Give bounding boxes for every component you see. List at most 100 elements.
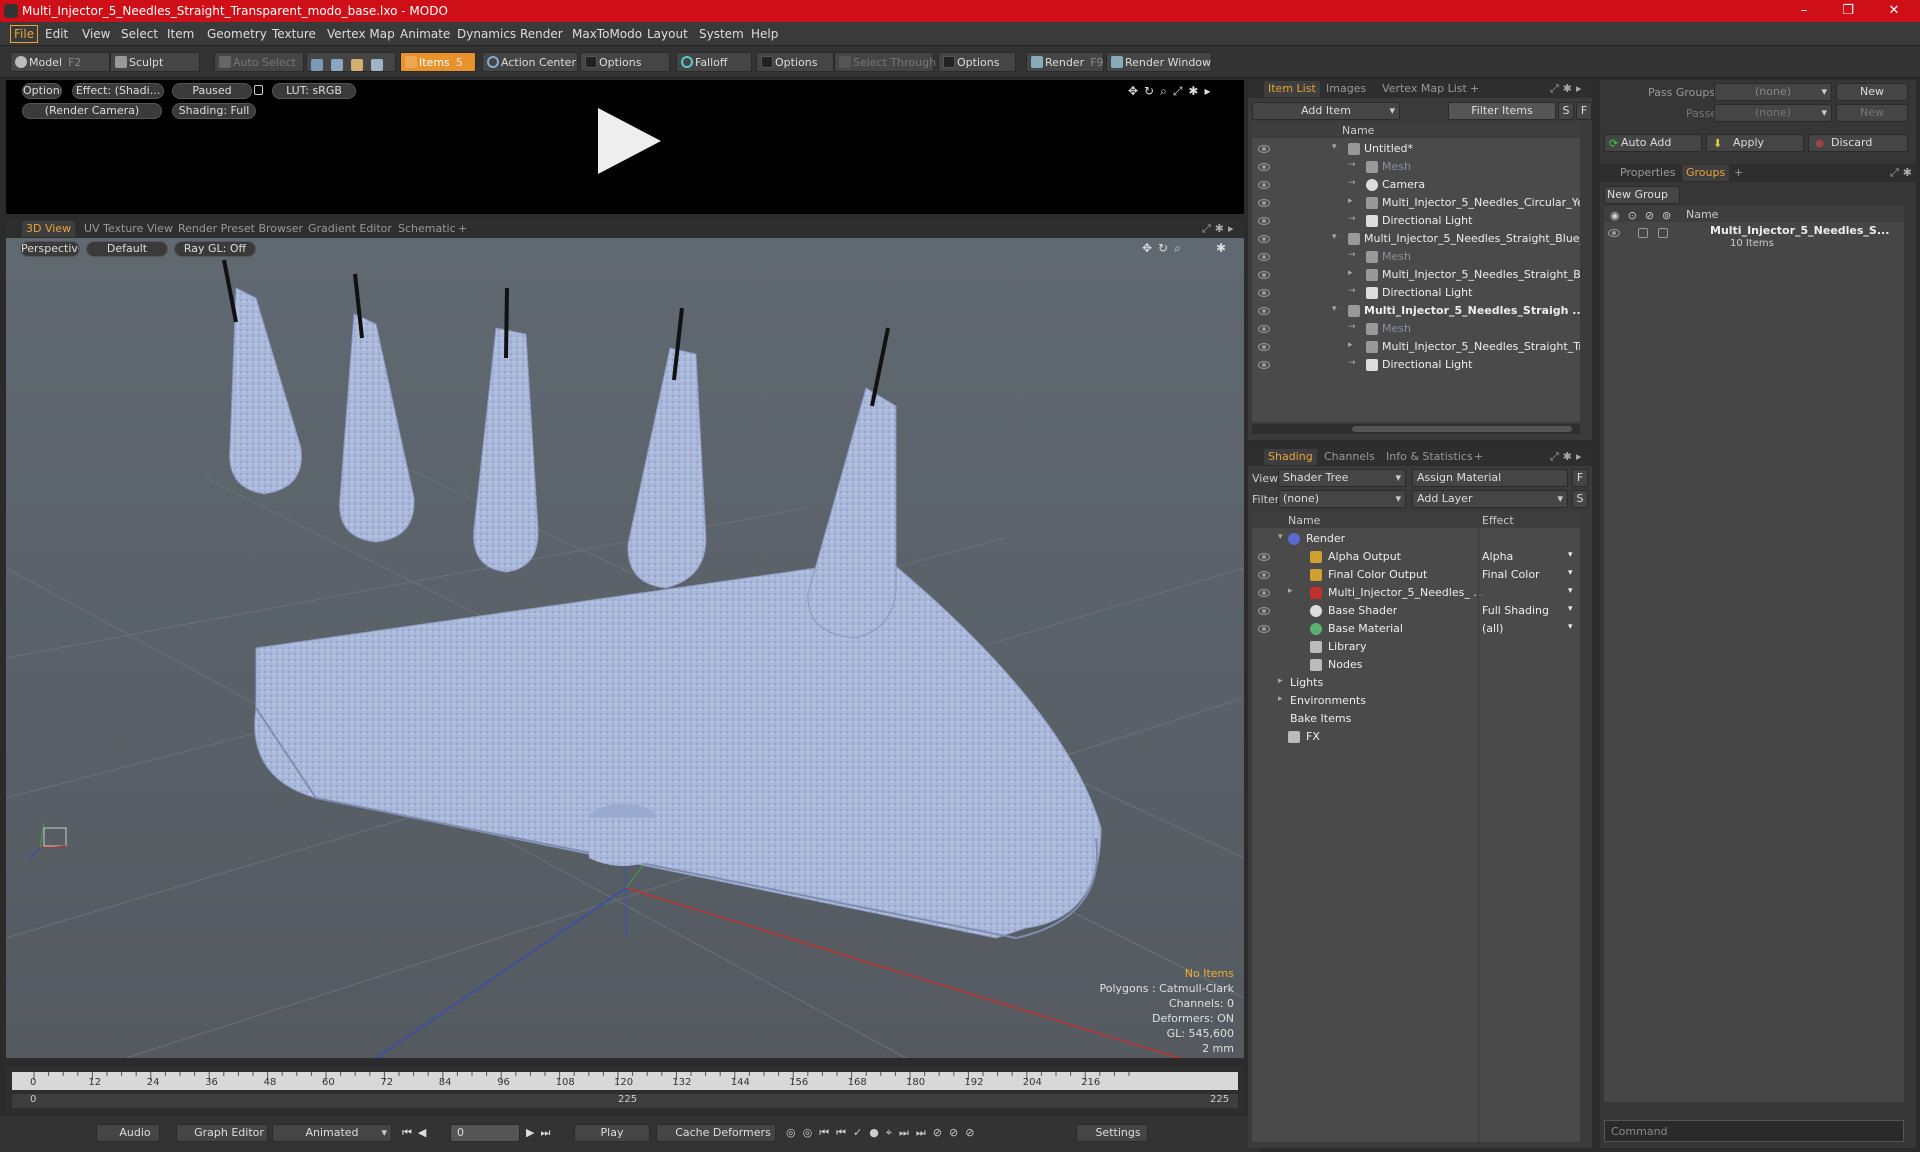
effect-column-header[interactable]: Effect: [1482, 514, 1514, 527]
vertices-mode-icon[interactable]: [311, 59, 323, 71]
preview-effect-dropdown[interactable]: Effect: (Shadi...: [72, 83, 164, 99]
panel-corner-icons[interactable]: ⤢✱▸: [1550, 450, 1586, 464]
expand-arrow-icon[interactable]: →: [1348, 358, 1356, 368]
polygons-mode-icon[interactable]: [351, 59, 363, 71]
shader-tree-row[interactable]: Bake Items: [1252, 710, 1580, 728]
expand-arrow-icon[interactable]: →: [1348, 178, 1356, 188]
shader-tree-row[interactable]: FX: [1252, 728, 1580, 746]
visibility-eye-icon[interactable]: [1608, 229, 1620, 237]
group-name[interactable]: Multi_Injector_5_Needles_S...: [1710, 224, 1889, 237]
timeline[interactable]: 0 12 24 36 48 60 72 84 96 108 120 132 144 156 168 180 19…: [6, 1066, 1244, 1112]
chevron-down-icon[interactable]: ▾: [1568, 550, 1573, 560]
item-list-row[interactable]: ▸ Multi_Injector_5_Needles_Straight_Blu..…: [1252, 266, 1580, 284]
item-list-row[interactable]: ▾ Multi_Injector_5_Needles_Straigh ...: [1252, 302, 1580, 320]
tab-channels[interactable]: Channels: [1320, 449, 1379, 465]
item-list-row[interactable]: ▾ Multi_Injector_5_Needles_Straight_Blue_…: [1252, 230, 1580, 248]
next-key-icons[interactable]: ▶⏭: [526, 1126, 556, 1140]
expand-arrow-icon[interactable]: ▾: [1278, 532, 1283, 542]
tab-properties[interactable]: Properties: [1616, 165, 1680, 181]
tab-uv-texture-view[interactable]: UV Texture View: [80, 221, 177, 237]
visibility-eye-icon[interactable]: [1258, 181, 1270, 189]
chevron-down-icon[interactable]: ▾: [1568, 586, 1573, 596]
shader-tree-row[interactable]: ▸ Environments: [1252, 692, 1580, 710]
chevron-down-icon[interactable]: ▾: [1568, 604, 1573, 614]
name-column-header[interactable]: Name: [1686, 208, 1718, 221]
render-button[interactable]: Render F9: [1026, 52, 1104, 72]
expand-arrow-icon[interactable]: ▸: [1348, 268, 1353, 278]
menu-item[interactable]: Item: [164, 26, 197, 42]
menu-file[interactable]: File: [10, 25, 39, 43]
shading-s-button[interactable]: S: [1572, 490, 1588, 508]
add-tab-button[interactable]: +: [1730, 165, 1747, 181]
select-through-button[interactable]: Select Through: [834, 52, 936, 72]
expand-arrow-icon[interactable]: ▾: [1332, 142, 1337, 152]
expand-arrow-icon[interactable]: ▾: [1332, 232, 1337, 242]
auto-add-button[interactable]: ⟳ Auto Add: [1604, 134, 1702, 152]
visibility-eye-icon[interactable]: [1258, 217, 1270, 225]
add-tab-button[interactable]: +: [454, 221, 471, 237]
expand-arrow-icon[interactable]: ▸: [1348, 340, 1353, 350]
key-tools-icons[interactable]: ◎◎⏮⏮✓●⌖⏭⏭⊘⊘⊘: [786, 1126, 981, 1140]
menu-geometry[interactable]: Geometry: [204, 26, 270, 42]
viewport-gear-icon[interactable]: ✱: [1216, 241, 1226, 255]
settings-button[interactable]: Settings: [1076, 1124, 1148, 1142]
command-field[interactable]: Command: [1604, 1120, 1904, 1142]
tab-groups[interactable]: Groups: [1682, 165, 1730, 181]
tab-images[interactable]: Images: [1322, 81, 1370, 97]
menu-texture[interactable]: Texture: [269, 26, 319, 42]
render-preview[interactable]: Options Effect: (Shadi... Paused LUT: sR…: [6, 80, 1244, 214]
discard-button[interactable]: ⊗ Discard: [1808, 134, 1908, 152]
visibility-eye-icon[interactable]: [1258, 571, 1270, 579]
play-icon[interactable]: [598, 108, 661, 174]
filter-items-field[interactable]: Filter Items: [1448, 102, 1556, 120]
visibility-eye-icon[interactable]: [1258, 607, 1270, 615]
item-list-row[interactable]: ▸ Multi_Injector_5_Needles_Straight_Tr ..…: [1252, 338, 1580, 356]
tab-vertex-map-list[interactable]: Vertex Map List: [1378, 81, 1471, 97]
expand-arrow-icon[interactable]: ▸: [1278, 694, 1283, 704]
panel-corner-icons[interactable]: ⤢✱▸: [1550, 82, 1586, 96]
raygl-dropdown[interactable]: Ray GL: Off: [174, 241, 256, 257]
shading-f-button[interactable]: F: [1572, 469, 1588, 487]
effect-dropdown[interactable]: Final Color: [1482, 568, 1540, 581]
render-window-button[interactable]: Render Window: [1106, 52, 1212, 72]
effect-dropdown[interactable]: (all): [1482, 622, 1503, 635]
expand-arrow-icon[interactable]: ▸: [1348, 196, 1353, 206]
visibility-eye-icon[interactable]: [1258, 271, 1270, 279]
filter-f-button[interactable]: F: [1576, 102, 1592, 120]
shader-tree-row[interactable]: Final Color Output Final Color ▾: [1252, 566, 1580, 584]
lock-icon[interactable]: [254, 85, 263, 95]
visibility-eye-icon[interactable]: [1258, 235, 1270, 243]
graph-editor-button[interactable]: Graph Editor: [176, 1124, 268, 1142]
assign-material-button[interactable]: Assign Material: [1412, 469, 1568, 487]
shader-tree-row[interactable]: Base Material (all) ▾: [1252, 620, 1580, 638]
shader-tree-row[interactable]: ▸ Multi_Injector_5_Needles_ ... ▾: [1252, 584, 1580, 602]
menu-animate[interactable]: Animate: [397, 26, 453, 42]
edges-mode-icon[interactable]: [331, 59, 343, 71]
minimize-button[interactable]: –: [1784, 2, 1824, 20]
expand-arrow-icon[interactable]: →: [1348, 250, 1356, 260]
tab-shading[interactable]: Shading: [1264, 449, 1317, 465]
chevron-down-icon[interactable]: ▾: [1568, 568, 1573, 578]
preview-nav-icons[interactable]: ✥↻⌕⤢✱▸: [1128, 84, 1217, 99]
timeline-range[interactable]: 0 225 225: [12, 1094, 1238, 1108]
visibility-eye-icon[interactable]: [1258, 343, 1270, 351]
item-list-row[interactable]: → Mesh: [1252, 320, 1580, 338]
prev-key-icons[interactable]: ⏮◀: [402, 1126, 432, 1140]
expand-arrow-icon[interactable]: ▾: [1332, 304, 1337, 314]
new-pass-group-button[interactable]: New: [1836, 83, 1908, 101]
default-dropdown[interactable]: Default: [86, 241, 168, 257]
cache-deformers-button[interactable]: Cache Deformers: [656, 1124, 776, 1142]
expand-arrow-icon[interactable]: →: [1348, 214, 1356, 224]
group-checkbox[interactable]: [1658, 228, 1668, 238]
expand-arrow-icon[interactable]: →: [1348, 160, 1356, 170]
new-pass-button[interactable]: New: [1836, 104, 1908, 122]
name-column-header[interactable]: Name: [1288, 514, 1320, 527]
effect-dropdown[interactable]: Full Shading: [1482, 604, 1549, 617]
item-list-row[interactable]: ▸ Multi_Injector_5_Needles_Circular_Yell.…: [1252, 194, 1580, 212]
visibility-eye-icon[interactable]: [1258, 253, 1270, 261]
items-mode-button[interactable]: Items 5: [400, 52, 476, 72]
item-list-scrollbar[interactable]: [1252, 424, 1580, 434]
visibility-eye-icon[interactable]: [1258, 199, 1270, 207]
menu-maxtomodo[interactable]: MaxToModo: [569, 26, 645, 42]
visibility-eye-icon[interactable]: [1258, 361, 1270, 369]
